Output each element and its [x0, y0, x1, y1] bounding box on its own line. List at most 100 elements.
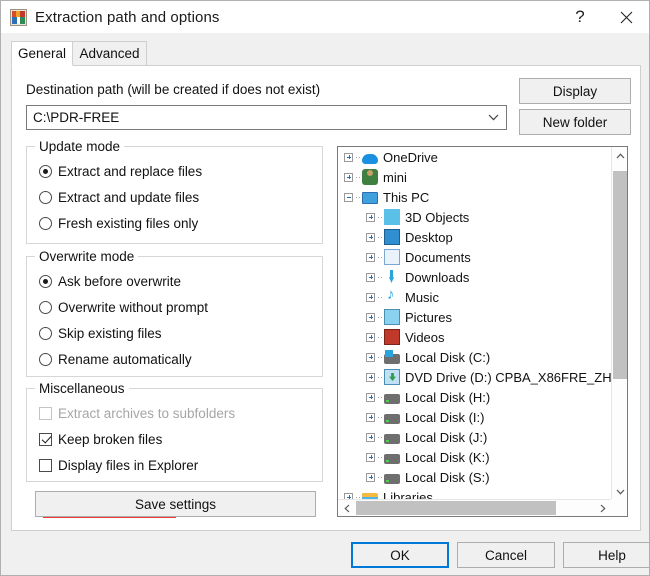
- chevron-down-icon[interactable]: [481, 106, 506, 129]
- destination-path-label: Destination path (will be created if doe…: [26, 82, 321, 97]
- tree-item[interactable]: ·· Local Disk (K:): [338, 447, 611, 467]
- expand-icon[interactable]: [366, 312, 375, 322]
- tree-item[interactable]: ·· Documents: [338, 247, 611, 267]
- tree-item[interactable]: ·· 3D Objects: [338, 207, 611, 227]
- tree-connector: ··: [355, 172, 361, 182]
- expand-icon[interactable]: [366, 232, 375, 242]
- radio-extract-and-replace-files[interactable]: Extract and replace files: [39, 161, 202, 181]
- close-icon[interactable]: [603, 1, 649, 33]
- tab-general[interactable]: General: [11, 41, 73, 66]
- tree-item[interactable]: ·· This PC: [338, 187, 611, 207]
- tree-item[interactable]: ·· Videos: [338, 327, 611, 347]
- tree-item[interactable]: ·· mini: [338, 167, 611, 187]
- destination-path-combobox[interactable]: C:\PDR-FREE: [26, 105, 507, 130]
- expand-icon[interactable]: [366, 332, 375, 342]
- tree-connector: ··: [377, 432, 383, 442]
- downloads-icon: [384, 269, 400, 285]
- tree-connector: ··: [377, 252, 383, 262]
- save-settings-button[interactable]: Save settings: [35, 491, 316, 517]
- display-button[interactable]: Display: [519, 78, 631, 104]
- radio-fresh-existing-files-only[interactable]: Fresh existing files only: [39, 213, 198, 233]
- tree-connector: ··: [377, 452, 383, 462]
- expand-icon[interactable]: [366, 292, 375, 302]
- tree-item[interactable]: ·· Downloads: [338, 267, 611, 287]
- help-caption-button[interactable]: ?: [557, 1, 603, 33]
- drive-icon: [384, 393, 400, 404]
- tree-connector: ··: [377, 292, 383, 302]
- tree-connector: ··: [355, 152, 361, 162]
- system-drive-icon: [384, 349, 400, 364]
- tree-item[interactable]: ·· Pictures: [338, 307, 611, 327]
- option-label: Skip existing files: [58, 325, 162, 341]
- user-icon: [362, 169, 378, 185]
- tree-vertical-scrollbar[interactable]: [611, 147, 627, 500]
- scroll-left-icon[interactable]: [338, 500, 355, 516]
- update-mode-group: Update mode Extract and replace files Ex…: [26, 139, 323, 244]
- ok-button[interactable]: OK: [351, 542, 449, 568]
- cancel-button[interactable]: Cancel: [457, 542, 555, 568]
- expand-icon[interactable]: [366, 352, 375, 362]
- tree-item[interactable]: ·· Local Disk (S:): [338, 467, 611, 487]
- checkbox-keep-broken-files[interactable]: Keep broken files: [39, 429, 162, 449]
- scrollbar-corner: [611, 499, 627, 516]
- expand-icon[interactable]: [366, 212, 375, 222]
- tree-item-label: DVD Drive (D:) CPBA_X86FRE_ZH-: [405, 369, 611, 385]
- option-label: Keep broken files: [58, 431, 163, 447]
- title-bar: Extraction path and options ?: [1, 1, 649, 33]
- new-folder-button[interactable]: New folder: [519, 109, 631, 135]
- help-button[interactable]: Help: [563, 542, 649, 568]
- tree-connector: ··: [377, 232, 383, 242]
- checkbox-display-files-in-explorer[interactable]: Display files in Explorer: [39, 455, 198, 475]
- tree-item[interactable]: ·· OneDrive: [338, 147, 611, 167]
- tree-item[interactable]: ·· DVD Drive (D:) CPBA_X86FRE_ZH-: [338, 367, 611, 387]
- radio-skip-existing-files[interactable]: Skip existing files: [39, 323, 162, 343]
- radio-overwrite-without-prompt[interactable]: Overwrite without prompt: [39, 297, 208, 317]
- tree-horizontal-scroll-thumb[interactable]: [356, 501, 556, 515]
- miscellaneous-group: Miscellaneous Extract archives to subfol…: [26, 381, 323, 482]
- tab-advanced[interactable]: Advanced: [72, 41, 147, 66]
- expand-icon[interactable]: [366, 432, 375, 442]
- desktop-icon: [384, 229, 400, 245]
- tree-vertical-scroll-thumb[interactable]: [613, 171, 627, 379]
- radio-rename-automatically[interactable]: Rename automatically: [39, 349, 192, 369]
- radio-extract-and-update-files[interactable]: Extract and update files: [39, 187, 199, 207]
- scroll-up-icon[interactable]: [612, 147, 627, 164]
- expand-icon[interactable]: [344, 152, 353, 162]
- tree-connector: ··: [377, 312, 383, 322]
- tree-item[interactable]: ·· Desktop: [338, 227, 611, 247]
- expand-icon[interactable]: [366, 252, 375, 262]
- option-label: Extract and update files: [58, 189, 200, 205]
- tree-connector: ··: [377, 212, 383, 222]
- cloud-icon: [362, 153, 378, 164]
- tree-item-label: Local Disk (J:): [405, 429, 488, 445]
- tree-item-label: 3D Objects: [405, 209, 470, 225]
- radio-indicator: [39, 274, 52, 288]
- collapse-icon[interactable]: [344, 192, 353, 202]
- radio-indicator: [39, 216, 52, 230]
- pictures-icon: [384, 309, 400, 325]
- expand-icon[interactable]: [366, 452, 375, 462]
- expand-icon[interactable]: [366, 412, 375, 422]
- tree-horizontal-scrollbar[interactable]: [338, 499, 627, 516]
- tree-connector: ··: [377, 352, 383, 362]
- scroll-right-icon[interactable]: [594, 500, 611, 516]
- scroll-down-icon[interactable]: [612, 483, 627, 500]
- tree-item[interactable]: ·· Music: [338, 286, 611, 307]
- folder-tree[interactable]: ·· OneDrive ·· mini ·· This PC ·· 3D Objects ·· D…: [338, 147, 611, 500]
- overwrite-mode-group: Overwrite mode Ask before overwrite Over…: [26, 249, 323, 377]
- tree-item[interactable]: ·· Local Disk (C:): [338, 347, 611, 367]
- option-label: Fresh existing files only: [58, 215, 199, 231]
- tree-item[interactable]: ·· Local Disk (I:): [338, 407, 611, 427]
- radio-ask-before-overwrite[interactable]: Ask before overwrite: [39, 271, 181, 291]
- tree-item[interactable]: ·· Local Disk (J:): [338, 427, 611, 447]
- expand-icon[interactable]: [344, 172, 353, 182]
- tree-item-label: This PC: [383, 189, 430, 205]
- expand-icon[interactable]: [366, 392, 375, 402]
- expand-icon[interactable]: [366, 372, 375, 382]
- tree-connector: ··: [355, 192, 361, 202]
- option-label: Display files in Explorer: [58, 457, 199, 473]
- tree-item[interactable]: ·· Local Disk (H:): [338, 387, 611, 407]
- expand-icon[interactable]: [366, 272, 375, 282]
- winrar-icon: [10, 8, 27, 26]
- expand-icon[interactable]: [366, 472, 375, 482]
